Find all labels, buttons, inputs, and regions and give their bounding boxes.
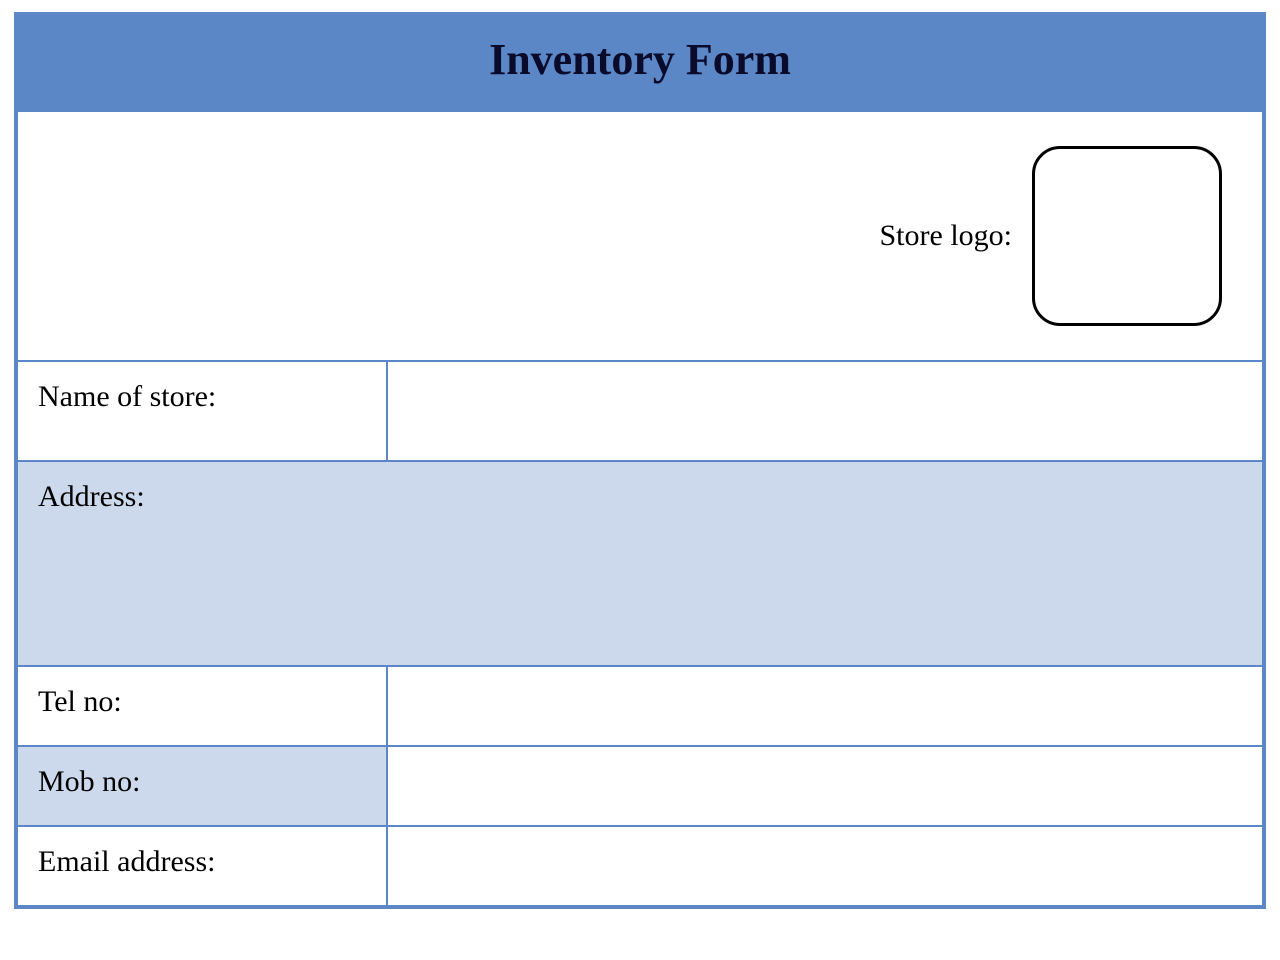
logo-row: Store logo: [17,111,1263,361]
address-field[interactable]: Address: [17,461,1263,666]
store-logo-label: Store logo: [880,219,1013,253]
tel-no-label: Tel no: [17,666,387,746]
logo-wrap: Store logo: [38,142,1222,330]
mob-no-label: Mob no: [17,746,387,826]
email-address-label: Email address: [17,826,387,906]
inventory-form-table: Inventory Form Store logo: Name of store… [14,12,1266,909]
address-label: Address: [38,480,145,513]
name-of-store-row: Name of store: [17,361,1263,461]
address-row: Address: [17,461,1263,666]
mob-no-row: Mob no: [17,746,1263,826]
tel-no-field[interactable] [387,666,1263,746]
tel-no-row: Tel no: [17,666,1263,746]
store-logo-placeholder[interactable] [1032,146,1222,326]
mob-no-field[interactable] [387,746,1263,826]
name-of-store-label: Name of store: [17,361,387,461]
form-title: Inventory Form [18,34,1262,85]
name-of-store-field[interactable] [387,361,1263,461]
title-row: Inventory Form [17,15,1263,111]
email-address-row: Email address: [17,826,1263,906]
email-address-field[interactable] [387,826,1263,906]
